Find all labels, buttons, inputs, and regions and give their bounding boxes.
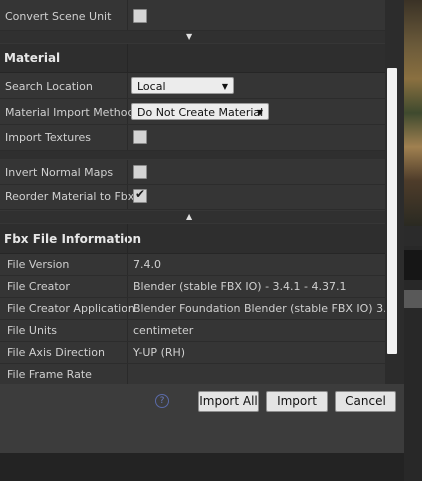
info-row-file-version: File Version 7.4.0 (0, 254, 385, 276)
property-label: Import Textures (5, 131, 92, 144)
info-value: centimeter (133, 324, 194, 337)
info-label: File Creator Application (7, 302, 135, 315)
info-row-file-axis-direction: File Axis Direction Y-UP (RH) (0, 342, 385, 364)
column-divider (127, 298, 128, 319)
chevron-down-icon: ▼ (186, 32, 193, 41)
fbx-import-dialog: Convert Scene Unit ▼ Material Search Loc… (0, 0, 404, 453)
checkmark-icon: ✔ (135, 187, 146, 201)
column-divider (127, 364, 128, 384)
property-row-import-textures: Import Textures (0, 125, 385, 151)
property-label: Invert Normal Maps (5, 166, 114, 179)
column-divider (127, 125, 128, 150)
info-label: File Frame Rate (7, 368, 92, 381)
chevron-up-icon: ▲ (186, 212, 193, 221)
info-label: File Units (7, 324, 58, 337)
advanced-collapser[interactable]: ▲ (0, 211, 385, 223)
property-row-search-location: Search Location Local ▼ (0, 73, 385, 99)
property-row-material-import-method: Material Import Method Do Not Create Mat… (0, 99, 385, 125)
property-label: Convert Scene Unit (5, 10, 112, 23)
info-label: File Creator (7, 280, 70, 293)
category-title: Fbx File Information (4, 232, 142, 246)
property-row-reorder-material: Reorder Material to Fbx ✔ (0, 185, 385, 210)
property-row-convert-scene-unit: Convert Scene Unit (0, 0, 385, 31)
help-icon[interactable]: ? (155, 394, 169, 408)
reorder-material-checkbox[interactable]: ✔ (133, 187, 147, 203)
property-label: Material Import Method (5, 106, 135, 119)
property-label: Reorder Material to Fbx (5, 190, 135, 203)
invert-normal-maps-checkbox[interactable] (133, 165, 147, 179)
info-value: Y-UP (RH) (133, 346, 186, 359)
property-label: Search Location (5, 80, 93, 93)
info-value: Blender (stable FBX IO) - 3.4.1 - 4.37.1 (133, 280, 347, 293)
details-panel: Convert Scene Unit ▼ Material Search Loc… (0, 0, 385, 384)
advanced-expander[interactable]: ▼ (0, 31, 385, 43)
import-textures-checkbox[interactable] (133, 130, 147, 144)
info-value: 7.4.0 (133, 258, 161, 271)
column-divider (127, 276, 128, 297)
editor-panel-strip (404, 226, 422, 246)
info-row-file-creator: File Creator Blender (stable FBX IO) - 3… (0, 276, 385, 298)
column-divider (127, 99, 128, 124)
column-divider (127, 0, 128, 30)
column-divider (127, 185, 128, 209)
column-divider (127, 160, 128, 184)
material-import-method-dropdown[interactable]: Do Not Create Material ▼ (131, 103, 269, 120)
column-divider (127, 224, 128, 253)
import-button[interactable]: Import (266, 391, 328, 412)
cancel-button[interactable]: Cancel (335, 391, 396, 412)
category-fbx-file-information[interactable]: Fbx File Information (0, 224, 385, 254)
editor-panel-strip (404, 250, 422, 280)
category-title: Material (4, 51, 61, 65)
column-divider (127, 44, 128, 72)
section-gap (0, 151, 385, 159)
dropdown-value: Do Not Create Material (137, 106, 264, 119)
column-divider (127, 342, 128, 363)
chevron-down-icon: ▼ (256, 108, 263, 117)
import-all-button[interactable]: Import All (198, 391, 259, 412)
help-glyph: ? (159, 396, 165, 406)
info-row-file-frame-rate: File Frame Rate (0, 364, 385, 384)
column-divider (127, 73, 128, 98)
info-label: File Axis Direction (7, 346, 105, 359)
chevron-down-icon: ▼ (221, 82, 228, 91)
property-row-invert-normal-maps: Invert Normal Maps (0, 160, 385, 185)
viewport-image (404, 0, 422, 226)
column-divider (127, 320, 128, 341)
details-scrollbar-thumb[interactable] (387, 68, 397, 354)
info-label: File Version (7, 258, 70, 271)
editor-bottom-bar (0, 453, 404, 481)
info-value: Blender Foundation Blender (stable FBX I… (133, 302, 385, 315)
dropdown-value: Local (137, 80, 166, 93)
info-row-file-creator-application: File Creator Application Blender Foundat… (0, 298, 385, 320)
column-divider (127, 254, 128, 275)
editor-panel-strip (404, 290, 422, 308)
info-row-file-units: File Units centimeter (0, 320, 385, 342)
convert-scene-unit-checkbox[interactable] (133, 9, 147, 23)
category-material[interactable]: Material (0, 44, 385, 73)
search-location-dropdown[interactable]: Local ▼ (131, 77, 234, 94)
